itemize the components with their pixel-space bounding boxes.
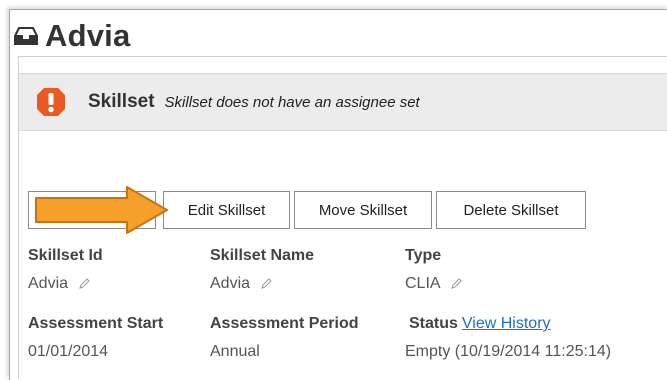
skillset-id-field: Advia (28, 275, 91, 293)
callout-arrow (35, 186, 168, 234)
delete-skillset-button[interactable]: Delete Skillset (436, 191, 586, 229)
page-header: Advia (14, 16, 130, 56)
alert-message: Skillset does not have an assignee set (164, 93, 420, 111)
exclamation-icon (37, 88, 65, 116)
inbox-tray-icon (14, 27, 38, 45)
status-label-group: Status View History (409, 315, 551, 333)
move-skillset-button[interactable]: Move Skillset (294, 191, 432, 229)
assessment-period-value: Annual (210, 343, 260, 360)
skillset-id-label: Skillset Id (28, 247, 103, 264)
status-value: Empty (10/19/2014 11:25:14) (405, 343, 612, 360)
page-title: Advia (45, 18, 131, 53)
assessment-start-value: 01/01/2014 (28, 343, 109, 360)
skillset-name-label: Skillset Name (210, 247, 315, 264)
pencil-icon[interactable] (260, 278, 273, 290)
view-history-link[interactable]: View History (462, 315, 551, 332)
edit-skillset-button[interactable]: Edit Skillset (163, 191, 290, 229)
skillset-name-field: Advia (210, 275, 273, 293)
pencil-icon[interactable] (450, 278, 462, 290)
status-label: Status (409, 315, 458, 332)
alert-title: Skillset (88, 91, 155, 112)
assessment-start-label: Assessment Start (28, 315, 164, 332)
type-label: Type (405, 247, 442, 264)
skillset-id-value: Advia (28, 275, 69, 292)
type-value: CLIA (405, 275, 440, 292)
assessment-period-label: Assessment Period (210, 315, 359, 332)
pencil-icon[interactable] (78, 278, 91, 290)
skillset-name-value: Advia (210, 275, 251, 292)
type-field: CLIA (405, 275, 462, 293)
alert-banner: Skillset Skillset does not have an assig… (19, 73, 667, 131)
